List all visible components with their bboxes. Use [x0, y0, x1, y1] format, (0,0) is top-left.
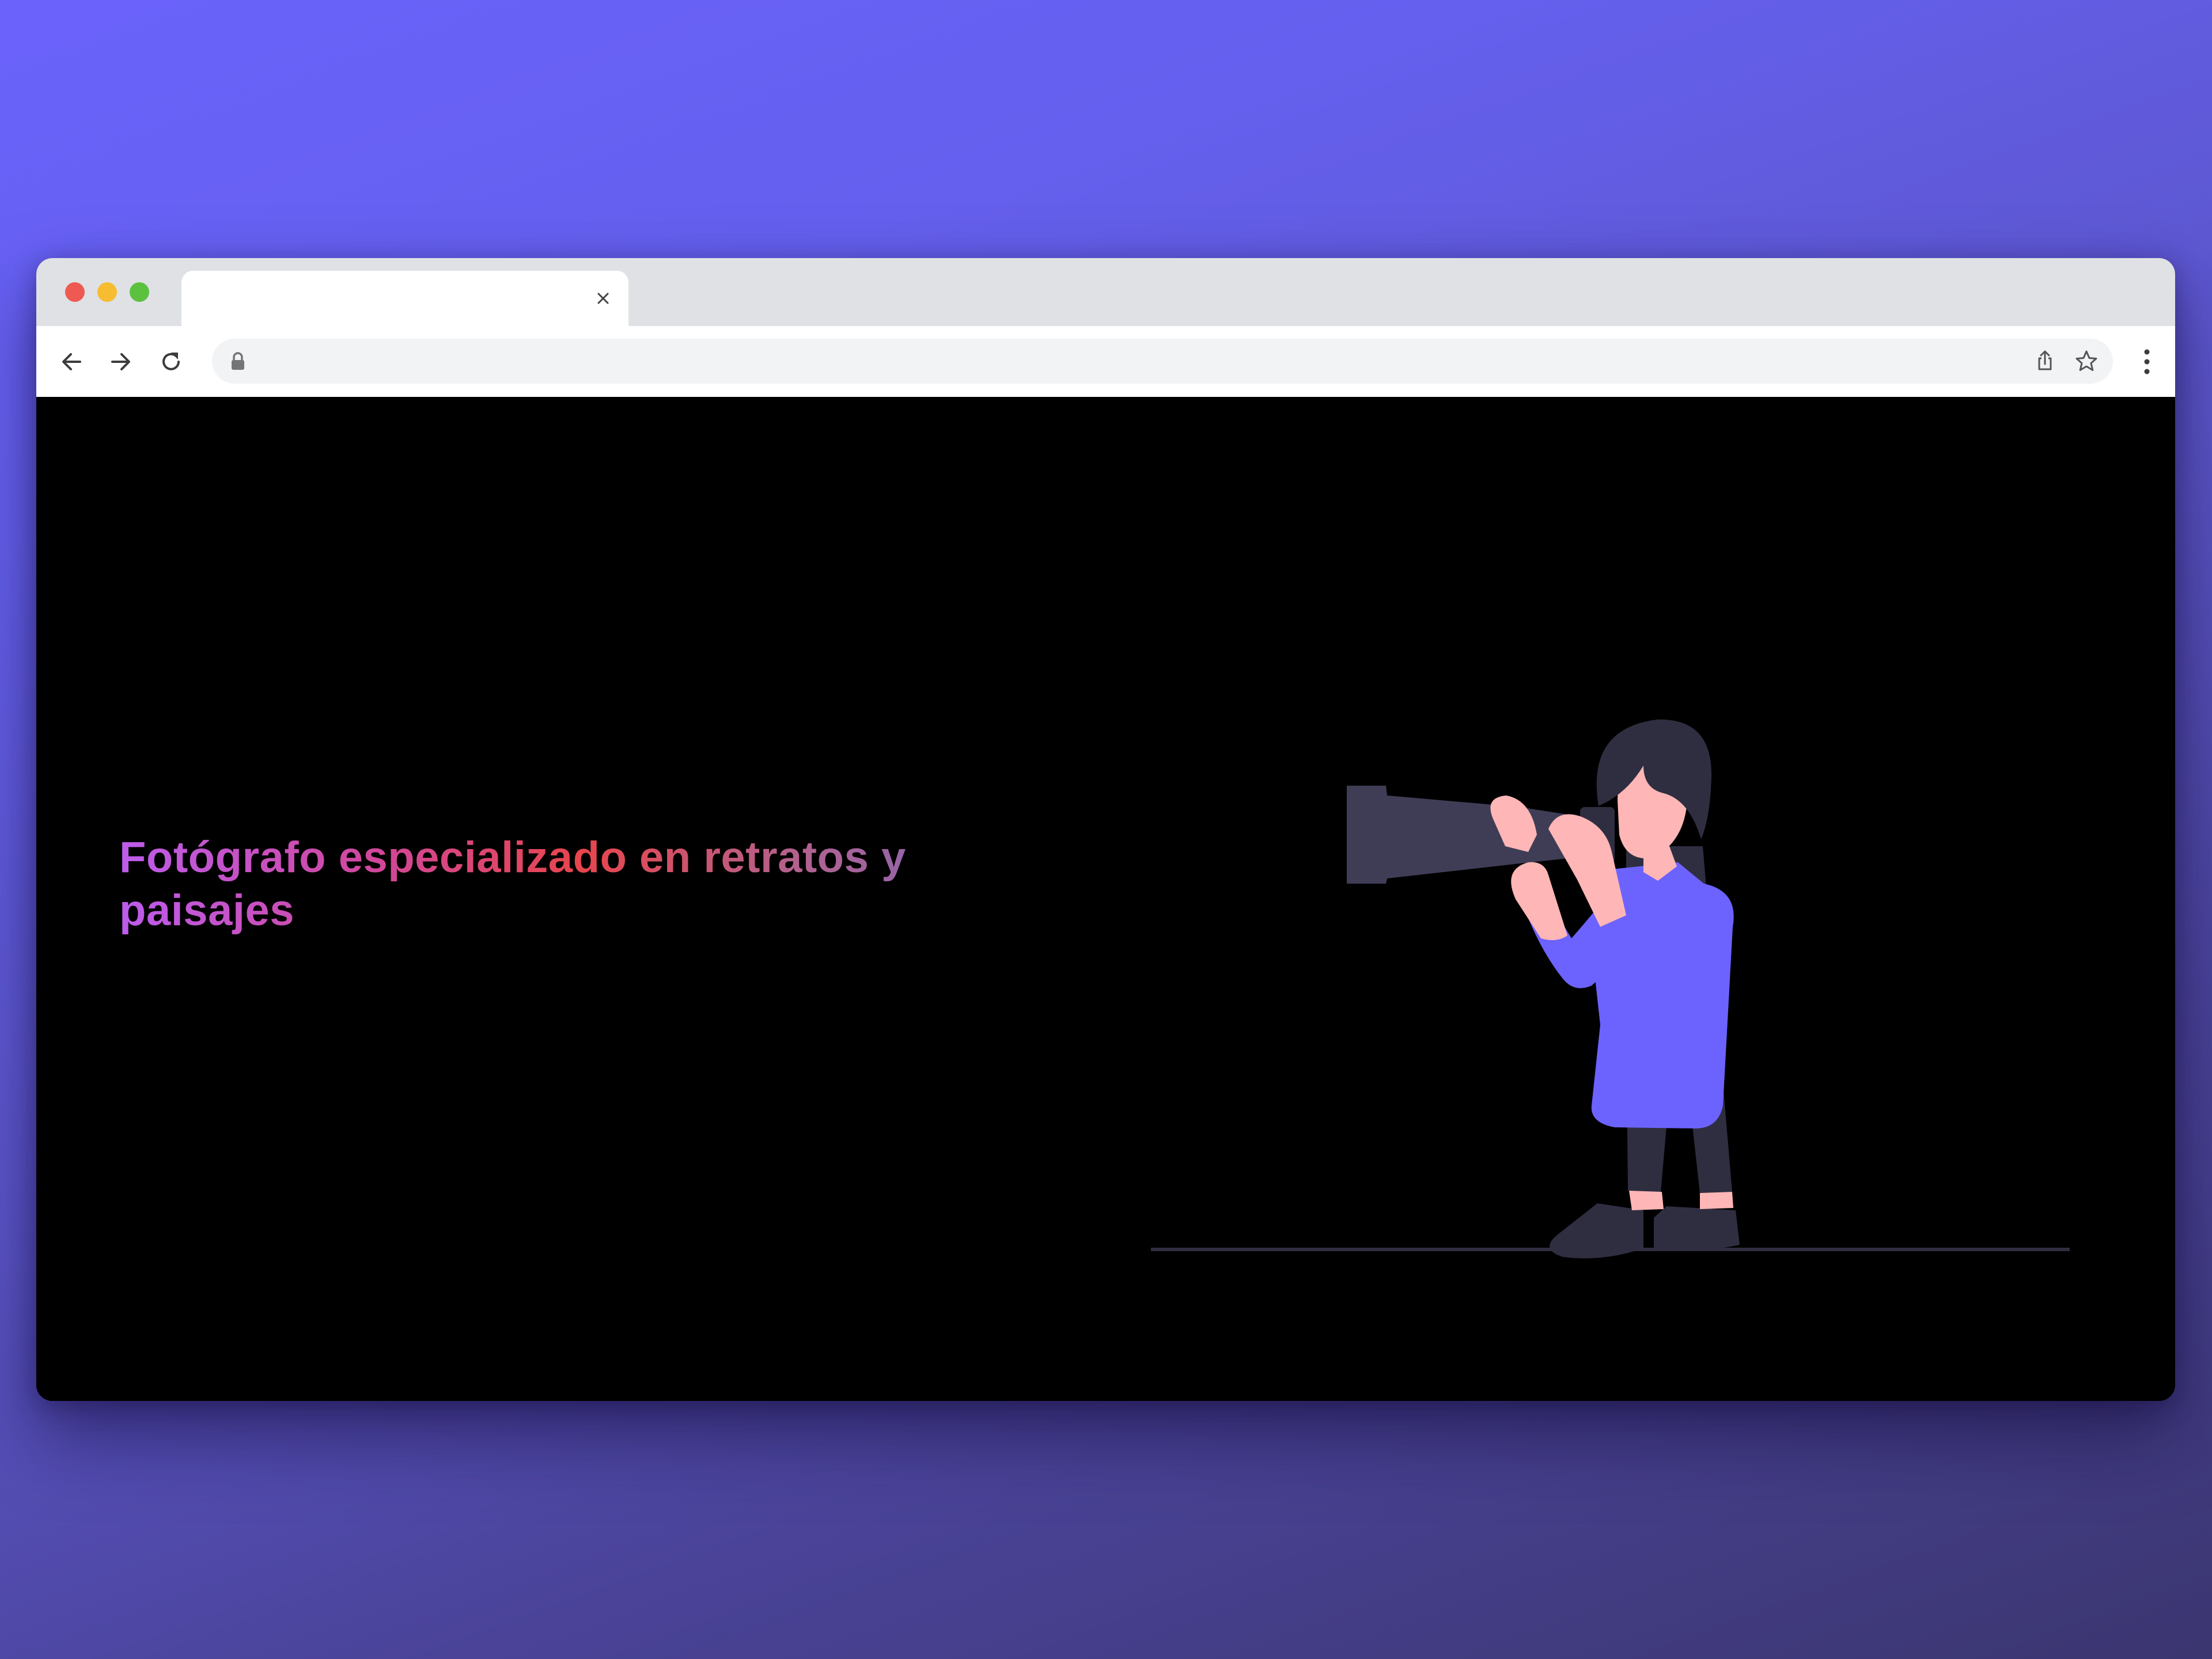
share-icon[interactable]	[2032, 349, 2058, 374]
forward-arrow-icon[interactable]	[107, 347, 135, 376]
browser-tab[interactable]	[181, 271, 628, 326]
lock-icon[interactable]	[229, 351, 247, 371]
photographer-illustration	[1151, 719, 2070, 1259]
address-bar[interactable]	[212, 339, 2113, 384]
camera-lens	[1347, 786, 1586, 884]
left-ankle	[1629, 1191, 1664, 1210]
reload-icon[interactable]	[157, 347, 185, 376]
left-arm	[1511, 862, 1567, 941]
more-vert-icon[interactable]	[2133, 346, 2161, 377]
back-arrow-icon[interactable]	[57, 347, 86, 376]
maximize-window-button[interactable]	[130, 282, 149, 302]
browser-toolbar	[36, 326, 2175, 397]
star-icon[interactable]	[2074, 349, 2099, 374]
right-shoe	[1654, 1206, 1740, 1251]
minimize-window-button[interactable]	[97, 282, 117, 302]
title-bar	[36, 258, 2175, 326]
hero-headline: Fotógrafo especializado en retratos y pa…	[119, 831, 1041, 937]
page-content: Fotógrafo especializado en retratos y pa…	[36, 397, 2175, 1401]
left-shoe	[1550, 1203, 1643, 1259]
right-ankle	[1700, 1192, 1733, 1209]
close-window-button[interactable]	[65, 282, 85, 302]
close-icon[interactable]	[590, 286, 616, 311]
browser-window: Fotógrafo especializado en retratos y pa…	[36, 258, 2175, 1401]
